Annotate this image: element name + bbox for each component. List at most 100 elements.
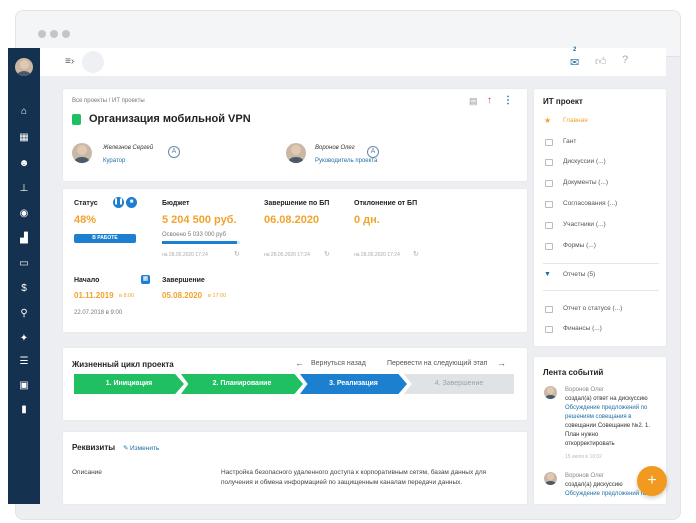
finance-icon	[545, 326, 553, 333]
breadcrumb[interactable]: Все проекты / ИТ проекты	[72, 98, 145, 104]
document-icon[interactable]: ▤	[469, 96, 478, 107]
folder-icon[interactable]: ▭	[8, 258, 40, 270]
triangle-down-icon[interactable]: ▼	[544, 271, 551, 278]
document-icon	[545, 180, 553, 187]
finish-time: в 17:00	[208, 293, 227, 299]
menu-item-finance[interactable]: Финансы (...)	[563, 325, 602, 332]
project-menu-title: ИТ проект	[543, 97, 583, 106]
stage-implementation[interactable]: 3. Реализация	[300, 374, 407, 394]
menu-toggle-icon[interactable]: ≡›	[65, 56, 74, 67]
person-icon[interactable]: A	[367, 146, 379, 158]
top-bar: ≡› ✉ 2 👍︎ ?	[40, 47, 666, 76]
edit-link[interactable]: Изменить	[130, 445, 159, 452]
mail-icon[interactable]: ✉	[570, 56, 579, 69]
budget-progress-fill	[162, 241, 238, 244]
mail-count-badge: 2	[573, 47, 577, 53]
logo-circle	[82, 51, 104, 73]
event-link[interactable]: Обсуждение предложений по	[565, 405, 647, 411]
description-line1: Настройка безопасного удаленного доступа…	[221, 469, 487, 476]
finish-value: 05.08.2020	[162, 291, 203, 300]
end-bp-timestamp: на 28.05.2020 17:24	[264, 252, 310, 258]
budget-label: Бюджет	[162, 200, 190, 207]
refresh-icon[interactable]: ↻	[324, 250, 330, 258]
event-link[interactable]: Обсуждение предложений по	[565, 491, 647, 497]
calendar-icon[interactable]: ▦	[8, 132, 40, 144]
menu-item-main[interactable]: Главная	[563, 117, 588, 124]
stage-initiation[interactable]: 1. Инициация	[74, 374, 184, 394]
sparkle-icon[interactable]: ✦	[8, 333, 40, 345]
window-dot-icon[interactable]	[38, 30, 46, 38]
arrow-right-icon[interactable]: →	[497, 358, 506, 368]
add-button[interactable]: +	[637, 466, 667, 496]
window-icon[interactable]: ▣	[8, 380, 40, 392]
refresh-icon[interactable]: ↻	[234, 250, 240, 258]
event-line: План нужно	[565, 432, 599, 438]
refresh-icon[interactable]: ↻	[413, 250, 419, 258]
event-author: Воронов Олег	[565, 387, 605, 393]
event-line: откорректировать	[565, 441, 615, 447]
arrow-left-icon[interactable]: ←	[295, 358, 304, 368]
start-label: Начало	[74, 277, 100, 284]
menu-item-status-report[interactable]: Отчет о статусе (...)	[563, 305, 622, 312]
runner-icon[interactable]: ⚲	[8, 308, 40, 320]
menu-item-documents[interactable]: Документы (...)	[563, 179, 608, 186]
menu-item-approvals[interactable]: Согласования (...)	[563, 200, 617, 207]
menu-item-gantt[interactable]: Гант	[563, 138, 576, 145]
description-label: Описание	[72, 469, 102, 476]
calendar-icon[interactable]: ▦	[141, 275, 150, 284]
discussion-icon	[545, 159, 553, 166]
end-bp-value: 06.08.2020	[264, 214, 320, 226]
circle-icon[interactable]: ◉	[8, 208, 40, 220]
menu-divider	[543, 290, 659, 291]
bookmark-icon[interactable]: ▮	[8, 404, 40, 416]
manager-role[interactable]: Руководитель проекта	[315, 158, 377, 164]
menu-item-discussions[interactable]: Дискуссии (...)	[563, 158, 606, 165]
status-label: Статус	[74, 200, 98, 207]
start-value: 01.11.2019	[74, 291, 114, 300]
menu-item-participants[interactable]: Участники (...)	[563, 221, 606, 228]
finish-label: Завершение	[162, 277, 205, 284]
stop-icon[interactable]: ■	[126, 197, 137, 208]
event-link[interactable]: решениям совещания в	[565, 414, 631, 420]
window-dot-icon[interactable]	[50, 30, 58, 38]
checklist-icon[interactable]: ☰	[8, 356, 40, 368]
start-time: в 8:00	[119, 293, 135, 299]
chart-icon[interactable]: ▟	[8, 233, 40, 245]
participants-icon	[545, 222, 553, 229]
like-icon[interactable]: 👍︎	[595, 55, 607, 68]
window-dot-icon[interactable]	[62, 30, 70, 38]
arrow-up-icon[interactable]: ↑	[487, 95, 492, 106]
menu-item-reports[interactable]: Отчеты (5)	[563, 271, 595, 278]
event-avatar[interactable]	[544, 386, 557, 399]
next-stage-button[interactable]: Перевести на следующий этап	[387, 360, 487, 367]
stage-planning[interactable]: 2. Планирование	[181, 374, 303, 394]
event-author: Воронов Олег	[565, 473, 605, 479]
back-button[interactable]: Вернуться назад	[311, 360, 366, 367]
budget-progress-track	[162, 241, 240, 244]
event-feed-title: Лента событий	[543, 368, 604, 377]
requisites-card	[63, 432, 527, 504]
manager-avatar[interactable]	[286, 143, 306, 163]
home-icon[interactable]: ⌂	[8, 106, 40, 118]
help-icon[interactable]: ?	[622, 54, 628, 66]
curator-avatar[interactable]	[72, 143, 92, 163]
user-avatar[interactable]	[15, 58, 33, 76]
pencil-icon[interactable]: ✎	[123, 444, 128, 452]
approval-icon	[545, 201, 553, 208]
lifecycle-title: Жизненный цикл проекта	[72, 360, 174, 369]
users-icon[interactable]: ☻	[8, 158, 40, 170]
more-icon[interactable]: ⋮	[503, 95, 513, 106]
left-sidebar: ⌂ ▦ ☻ ⊥ ◉ ▟ ▭ $ ⚲ ✦ ☰ ▣ ▮	[8, 48, 40, 504]
status-badge[interactable]: В РАБОТЕ	[74, 234, 136, 243]
event-avatar[interactable]	[544, 472, 557, 485]
event-time: 15 июля в 10:02	[565, 454, 602, 460]
pause-icon[interactable]: ❚❚	[113, 197, 124, 208]
stage-completion[interactable]: 4. Завершение	[404, 374, 514, 394]
curator-role[interactable]: Куратор	[103, 158, 125, 164]
curator-name: Железнов Сергей	[103, 145, 154, 151]
person-icon[interactable]: A	[168, 146, 180, 158]
start-plan: 22.07.2018 в 9:00	[74, 310, 123, 316]
hierarchy-icon[interactable]: ⊥	[8, 183, 40, 195]
dollar-icon[interactable]: $	[8, 283, 40, 295]
menu-item-forms[interactable]: Формы (...)	[563, 242, 596, 249]
